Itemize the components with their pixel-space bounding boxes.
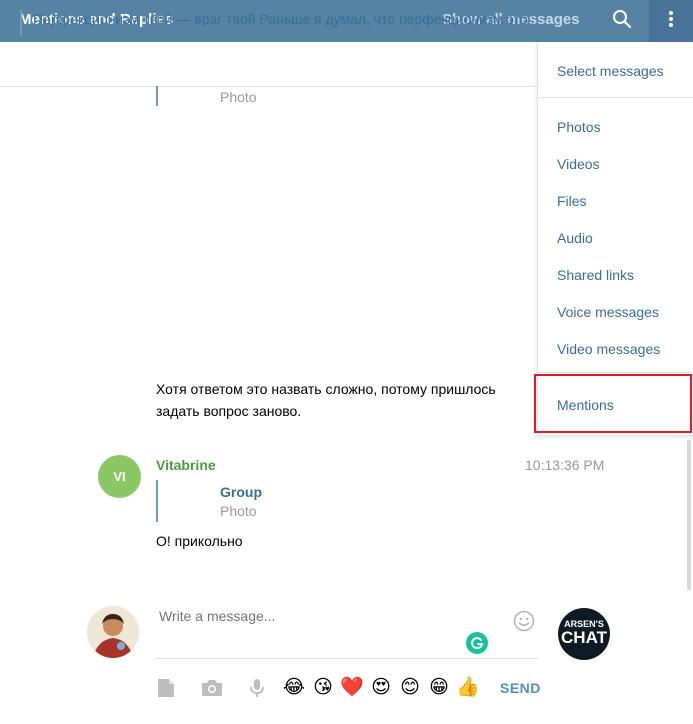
emoji-kiss[interactable]: 😘 — [311, 677, 335, 699]
more-menu-button[interactable] — [649, 0, 693, 42]
menu-item-files[interactable]: Files — [557, 193, 587, 209]
emoji-joy[interactable]: 😂 — [282, 677, 306, 699]
message-text: О! прикольно — [156, 533, 243, 549]
reply-quote-line — [156, 86, 158, 106]
emoji-grin[interactable]: 😁 — [427, 677, 451, 699]
menu-divider — [538, 97, 693, 98]
camera-icon[interactable] — [201, 678, 223, 698]
reply-media-label[interactable]: Photo — [220, 89, 257, 105]
avatar[interactable]: VI — [98, 455, 141, 498]
emoji-thumbs-up[interactable]: 👍 — [456, 677, 480, 699]
message-text: Хотя ответом это назвать сложно, потому … — [156, 381, 496, 419]
message-author[interactable]: Vitabrine — [156, 457, 216, 473]
user-portrait-icon — [87, 606, 139, 658]
search-icon[interactable] — [611, 8, 633, 30]
menu-item-videos[interactable]: Videos — [557, 156, 600, 172]
scrollbar[interactable] — [687, 440, 691, 590]
reply-quote-line — [156, 480, 158, 522]
reply-media-label[interactable]: Photo — [220, 503, 257, 519]
chat-logo[interactable]: ARSEN'S CHAT — [558, 608, 610, 660]
menu-item-select-messages[interactable]: Select messages — [557, 63, 664, 79]
highlight-box — [534, 374, 692, 433]
reply-title[interactable]: Group — [220, 484, 262, 500]
menu-divider — [538, 372, 693, 373]
menu-item-photos[interactable]: Photos — [557, 119, 601, 135]
message-input[interactable] — [159, 608, 499, 624]
pinned-message-text[interactable]: Перфекционизм твой — враг твой Раньше я … — [33, 11, 533, 27]
user-avatar[interactable] — [87, 606, 139, 658]
chat-logo-line2: CHAT — [561, 628, 607, 647]
attach-file-icon[interactable] — [156, 678, 176, 698]
menu-item-audio[interactable]: Audio — [557, 230, 593, 246]
pinned-accent-line — [20, 10, 22, 36]
pinned-message-bar[interactable] — [0, 42, 538, 87]
smile-icon[interactable] — [513, 610, 535, 632]
message-time: 10:13:36 PM — [525, 457, 605, 473]
input-underline — [156, 658, 538, 659]
emoji-heart-eyes[interactable]: 😍 — [369, 677, 393, 699]
menu-item-shared-links[interactable]: Shared links — [557, 267, 634, 283]
grammarly-icon[interactable] — [466, 632, 488, 654]
microphone-icon[interactable] — [247, 678, 267, 698]
vertical-ellipsis-icon — [669, 11, 673, 27]
emoji-blush[interactable]: 😊 — [398, 677, 422, 699]
menu-item-voice-messages[interactable]: Voice messages — [557, 304, 659, 320]
chat-logo-line1: ARSEN'S — [564, 619, 604, 629]
send-button[interactable]: SEND — [500, 680, 541, 696]
menu-item-video-messages[interactable]: Video messages — [557, 341, 660, 357]
emoji-heart[interactable]: ❤️ — [340, 677, 364, 699]
